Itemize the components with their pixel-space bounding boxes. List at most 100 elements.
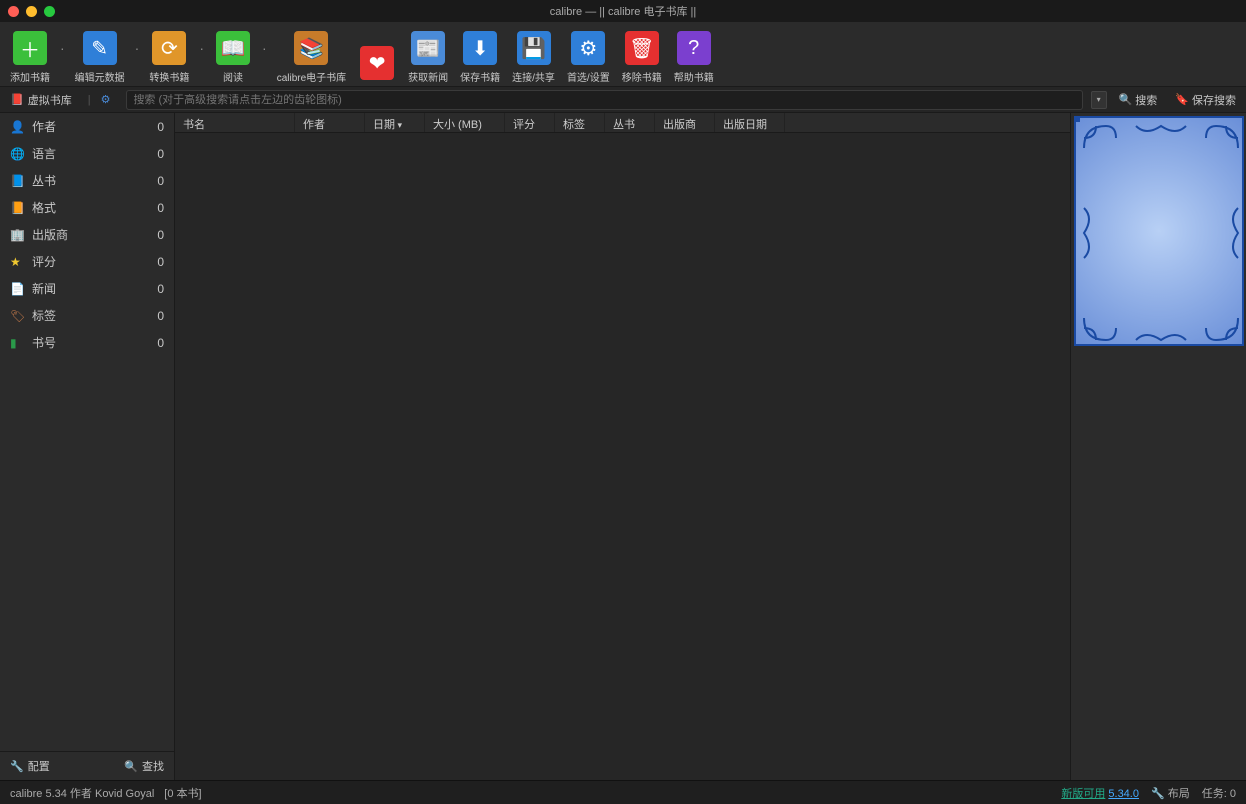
sidebar-item-count: 0 [157, 309, 164, 323]
sidebar-item-news[interactable]: 📄新闻0 [0, 275, 174, 302]
search-icon: 🔍 [1119, 93, 1133, 106]
toolbar-convert-button[interactable]: ⟳转换书籍 [145, 24, 193, 84]
sidebar-item-label: 标签 [32, 307, 56, 324]
sidebar-item-format[interactable]: 📙 格式 0 [0, 194, 174, 221]
search-input-wrap[interactable] [126, 90, 1082, 110]
toolbar-view-label: 阅读 [223, 69, 243, 84]
sidebar-find-button[interactable]: 🔍 查找 [124, 758, 164, 774]
toolbar-remove-label: 移除书籍 [622, 69, 662, 84]
sidebar-item-author[interactable]: 👤 作者 0 [0, 113, 174, 140]
close-window-icon[interactable] [8, 6, 19, 17]
window-title: calibre — || calibre 电子书库 || [550, 3, 697, 19]
column-header-size[interactable]: 大小 (MB) [425, 113, 505, 132]
sidebar-item-label: 书号 [32, 334, 56, 351]
search-input[interactable] [133, 94, 1075, 106]
sidebar-item-tag[interactable]: 🏷 标签 0 [0, 302, 174, 329]
rating-icon: ★ [10, 255, 24, 269]
search-bar: 📕 虚拟书库 | ⚙ ▾ 🔍 搜索 🔖 保存搜索 [0, 87, 1246, 113]
add-icon: ＋ [11, 29, 49, 67]
toolbar-library-button[interactable]: 📚calibre电子书库 [273, 24, 350, 84]
sidebar-item-count: 0 [157, 336, 164, 350]
toolbar-help-button[interactable]: ?帮助书籍 [670, 24, 718, 84]
layout-button[interactable]: 🔧 布局 [1151, 785, 1190, 801]
column-header-title[interactable]: 书名 [175, 113, 295, 132]
gear-icon[interactable]: ⚙ [101, 93, 111, 106]
toolbar-prefs-button[interactable]: ⚙首选/设置 [563, 24, 614, 84]
sidebar-item-lang[interactable]: 🌐语言0 [0, 140, 174, 167]
search-dropdown[interactable]: ▾ [1091, 91, 1107, 109]
saved-search-label: 保存搜索 [1192, 92, 1236, 108]
toolbar-edit-button[interactable]: ✎编辑元数据 [71, 24, 129, 84]
sidebar-item-series[interactable]: 📘丛书0 [0, 167, 174, 194]
sidebar-item-rating[interactable]: ★评分0 [0, 248, 174, 275]
saved-search-button[interactable]: 🔖 保存搜索 [1169, 90, 1242, 110]
book-cover-placeholder[interactable] [1074, 116, 1244, 346]
wrench-icon: 🔧 [1151, 788, 1165, 800]
sidebar-item-count: 0 [157, 120, 164, 134]
edit-icon: ✎ [81, 29, 119, 67]
help-icon: ? [675, 29, 713, 67]
sidebar-item-label: 新闻 [32, 280, 56, 297]
convert-icon: ⟳ [150, 29, 188, 67]
update-version[interactable]: 5.34.0 [1108, 788, 1139, 800]
toolbar-connect-label: 连接/共享 [512, 69, 555, 84]
status-bar: calibre 5.34 作者 Kovid Goyal [0 本书] 新版可用 … [0, 780, 1246, 804]
column-header-series[interactable]: 丛书 [605, 113, 655, 132]
virtual-library-button[interactable]: 📕 虚拟书库 [4, 90, 78, 110]
toolbar-connect-button[interactable]: 💾连接/共享 [508, 24, 559, 84]
wrench-icon: 🔧 [10, 760, 24, 773]
column-header-date[interactable]: 日期 [365, 113, 425, 132]
toolbar-add-button[interactable]: ＋ 添加书籍 [6, 24, 54, 84]
column-header-publisher[interactable]: 出版商 [655, 113, 715, 132]
sidebar-item-label: 出版商 [32, 226, 68, 243]
main-area: 👤作者0🌐语言0📘丛书0📙格式0🏢出版商0★评分0📄新闻0🏷标签0▮书号0 🔧 … [0, 113, 1246, 780]
sidebar-item-count: 0 [157, 255, 164, 269]
table-header: 书名作者日期大小 (MB)评分标签丛书出版商出版日期 [175, 113, 1070, 133]
column-header-rating[interactable]: 评分 [505, 113, 555, 132]
column-header-tags[interactable]: 标签 [555, 113, 605, 132]
update-available-label[interactable]: 新版可用 [1061, 788, 1105, 800]
toolbar-view-button[interactable]: 📖 阅读 [210, 24, 256, 84]
view-icon: 📖 [214, 29, 252, 67]
jobs-label: 任务: [1202, 788, 1227, 800]
jobs-indicator[interactable]: 任务: 0 [1202, 785, 1236, 801]
tag-icon: 🏷 [10, 309, 24, 323]
cover-panel [1070, 113, 1246, 780]
donate-icon: ❤ [358, 44, 396, 82]
toolbar-fetch-button[interactable]: 📰获取新闻 [404, 24, 452, 84]
table-body[interactable] [175, 133, 1070, 780]
sidebar-item-pub[interactable]: 🏢出版商0 [0, 221, 174, 248]
sidebar-item-count: 0 [157, 282, 164, 296]
titlebar: calibre — || calibre 电子书库 || [0, 0, 1246, 22]
sidebar-item-count: 0 [157, 201, 164, 215]
search-button[interactable]: 🔍 搜索 [1113, 90, 1164, 110]
toolbar-add-label: 添加书籍 [10, 69, 50, 84]
sidebar-list: 👤作者0🌐语言0📘丛书0📙格式0🏢出版商0★评分0📄新闻0🏷标签0▮书号0 [0, 113, 174, 751]
minimize-window-icon[interactable] [26, 6, 37, 17]
main-toolbar: ＋添加书籍·✎编辑元数据·⟳转换书籍·📖阅读·📚calibre电子书库❤📰获取新… [0, 22, 1246, 87]
maximize-window-icon[interactable] [44, 6, 55, 17]
remove-icon: 🗑 [623, 29, 661, 67]
sidebar-item-label: 丛书 [32, 172, 56, 189]
column-header-author[interactable]: 作者 [295, 113, 365, 132]
toolbar-save-button[interactable]: ⬇保存书籍 [456, 24, 504, 84]
save-icon: ⬇ [461, 29, 499, 67]
book-list-area: 书名作者日期大小 (MB)评分标签丛书出版商出版日期 [175, 113, 1070, 780]
author-icon: 👤 [10, 120, 24, 134]
toolbar-remove-button[interactable]: 🗑 移除书籍 [618, 24, 666, 84]
window-controls[interactable] [8, 6, 55, 17]
column-header-pubdate[interactable]: 出版日期 [715, 113, 785, 132]
toolbar-donate-button[interactable]: ❤ [354, 24, 400, 84]
toolbar-library-label: calibre电子书库 [277, 69, 346, 84]
sidebar-config-button[interactable]: 🔧 配置 [10, 758, 50, 774]
sidebar-find-label: 查找 [142, 758, 164, 774]
bookmark-icon: 🔖 [1175, 93, 1189, 106]
search-button-label: 搜索 [1135, 92, 1157, 108]
virtual-library-label: 虚拟书库 [28, 92, 72, 108]
sidebar-item-label: 格式 [32, 199, 56, 216]
book-count: [0 本书] [164, 785, 201, 801]
format-icon: 📙 [10, 201, 24, 215]
sidebar-item-label: 作者 [32, 118, 56, 135]
sidebar-item-id[interactable]: ▮书号0 [0, 329, 174, 356]
fetch-icon: 📰 [409, 29, 447, 67]
